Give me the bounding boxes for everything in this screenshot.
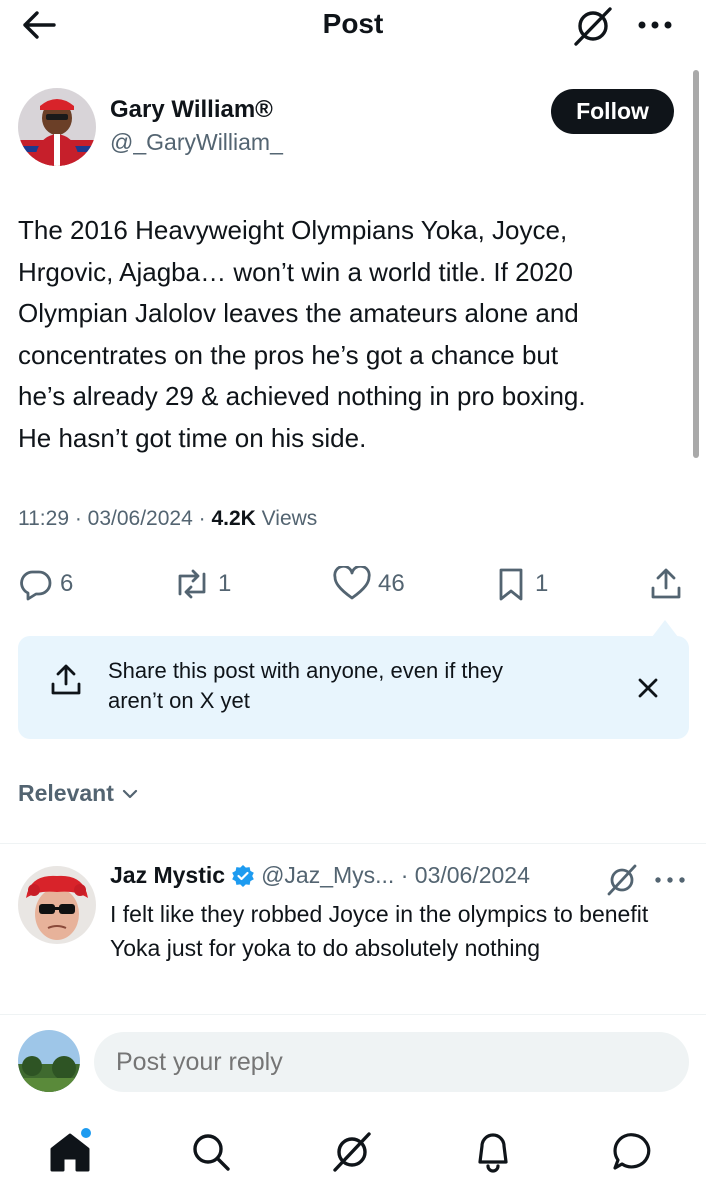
message-icon — [606, 1124, 662, 1180]
close-icon[interactable] — [630, 670, 666, 706]
reply-icon — [18, 566, 54, 602]
bookmark-button[interactable]: 1 — [493, 562, 548, 606]
more-horizontal-icon[interactable] — [632, 6, 678, 42]
post-meta: 11:29 · 03/06/2024 · 4.2K Views — [18, 507, 317, 531]
nav-notifications[interactable] — [465, 1124, 521, 1180]
scrollbar[interactable] — [693, 70, 699, 458]
author-handle[interactable]: @_GaryWilliam_ — [110, 129, 283, 156]
nav-search[interactable] — [183, 1124, 239, 1180]
repost-icon — [172, 566, 212, 602]
sort-label: Relevant — [18, 780, 114, 806]
like-count: 46 — [378, 570, 405, 597]
post-time: 11:29 — [18, 507, 69, 530]
reply-text: I felt like they robbed Joyce in the oly… — [110, 901, 649, 961]
card-pointer — [652, 620, 678, 637]
my-avatar[interactable] — [18, 1030, 80, 1092]
grok-icon[interactable] — [570, 4, 616, 48]
repost-count: 1 — [218, 570, 232, 597]
post-date: 03/06/2024 — [87, 507, 193, 530]
author-avatar[interactable] — [18, 88, 96, 166]
author-name[interactable]: Gary William® — [110, 96, 273, 124]
nav-home[interactable] — [42, 1124, 98, 1180]
bell-icon — [465, 1124, 521, 1180]
reply-author-name[interactable]: Jaz Mystic — [110, 862, 225, 889]
bookmark-icon — [493, 566, 529, 602]
views-count: 4.2K — [211, 507, 256, 530]
reply-author-handle[interactable]: @Jaz_Mys... — [261, 862, 394, 889]
reply-input[interactable] — [94, 1032, 689, 1092]
home-icon — [42, 1124, 98, 1180]
top-bar: Post — [0, 0, 706, 52]
grok-icon[interactable] — [604, 862, 640, 898]
like-button[interactable]: 46 — [332, 562, 405, 606]
post-text: The 2016 Heavyweight Olympians Yoka, Joy… — [18, 215, 586, 453]
sort-dropdown[interactable]: Relevant — [18, 780, 140, 807]
more-horizontal-icon[interactable] — [650, 866, 690, 894]
divider — [0, 1014, 706, 1015]
reply-count: 6 — [60, 570, 74, 597]
nav-messages[interactable] — [606, 1124, 662, 1180]
share-icon — [48, 662, 84, 698]
share-promo-text: Share this post with anyone, even if the… — [108, 656, 578, 716]
share-button[interactable] — [648, 562, 684, 606]
reply-header: Jaz Mystic @Jaz_Mys... · 03/06/2024 — [110, 862, 530, 889]
meta-separator: · — [394, 862, 415, 888]
search-icon — [183, 1124, 239, 1180]
divider — [0, 843, 706, 844]
reply-date: 03/06/2024 — [414, 862, 530, 888]
reply-button[interactable]: 6 — [18, 562, 73, 606]
meta-separator: · — [198, 507, 212, 530]
share-promo-line2: aren’t on X yet — [108, 688, 250, 713]
reply-avatar[interactable] — [18, 866, 96, 944]
views-label: Views — [261, 507, 318, 530]
heart-icon — [332, 566, 372, 602]
nav-grok[interactable] — [324, 1124, 380, 1180]
bookmark-count: 1 — [535, 570, 549, 597]
verified-badge-icon — [231, 864, 255, 888]
meta-separator: · — [74, 507, 88, 530]
chevron-down-icon — [120, 784, 140, 804]
follow-button[interactable]: Follow — [551, 89, 674, 134]
share-icon — [648, 566, 684, 602]
repost-button[interactable]: 1 — [172, 562, 231, 606]
grok-icon — [324, 1124, 380, 1180]
share-promo-line1: Share this post with anyone, even if the… — [108, 658, 504, 683]
